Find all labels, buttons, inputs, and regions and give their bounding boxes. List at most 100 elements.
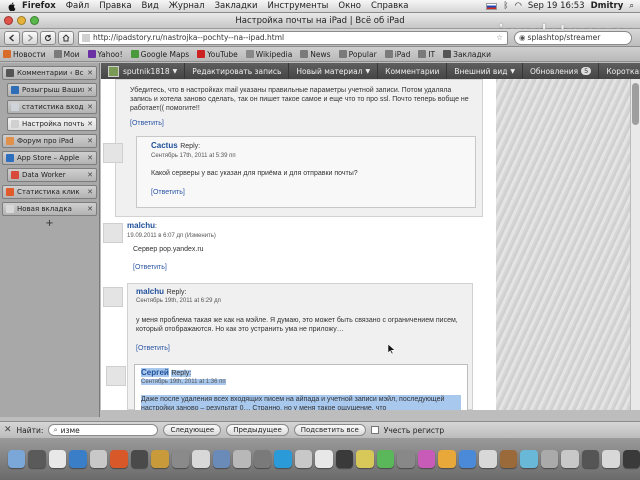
home-button[interactable] (58, 30, 74, 45)
menu-window[interactable]: Окно (338, 1, 361, 11)
back-button[interactable] (4, 30, 20, 45)
find-previous-button[interactable]: Предыдущее (226, 424, 289, 436)
new-tab-button[interactable]: + (2, 218, 97, 229)
sidebar-tab[interactable]: Розыгрыш Ваших ✕ (7, 83, 97, 97)
sidebar-tab[interactable]: App Store – Apple ✕ (2, 151, 97, 165)
dock-app-icon[interactable] (561, 450, 579, 468)
search-bar[interactable]: ◉ splashtop/streamer (514, 30, 632, 45)
bookmark-item[interactable]: YouTube (197, 50, 238, 59)
appearance-menu[interactable]: Внешний вид ▼ (447, 63, 524, 79)
comment-author[interactable]: malchu (136, 287, 164, 296)
scrollbar-thumb[interactable] (632, 83, 639, 125)
dock-app-icon[interactable] (520, 450, 538, 468)
dock-app-icon[interactable] (28, 450, 46, 468)
comment-date[interactable]: Сентябрь 19th, 2011 at 1:36 пп (141, 379, 226, 385)
comment-author[interactable]: Cactus (151, 141, 178, 150)
dock-app-icon[interactable] (294, 450, 313, 468)
shortlink-link[interactable]: Короткая (599, 63, 640, 79)
dock-app-icon[interactable] (397, 450, 415, 468)
dock-app-icon[interactable] (356, 450, 374, 468)
comment-author[interactable]: Сергей (141, 368, 169, 377)
dock-app-icon[interactable] (274, 450, 292, 468)
close-tab-icon[interactable]: ✕ (87, 154, 93, 162)
close-window-button[interactable] (4, 16, 13, 25)
bookmark-item[interactable]: Мои (53, 50, 80, 59)
bookmark-item[interactable]: Новости (3, 50, 46, 59)
dock-app-icon[interactable] (8, 450, 26, 468)
bookmark-item[interactable]: Wikipedia (245, 50, 292, 59)
dock-app-icon[interactable] (581, 450, 600, 468)
bookmark-item[interactable]: Yahoo! (87, 50, 123, 59)
dock-app-icon[interactable] (130, 450, 149, 468)
sidebar-tab[interactable]: статистика вход ✕ (7, 100, 97, 114)
close-tab-icon[interactable]: ✕ (87, 86, 93, 94)
find-next-button[interactable]: Следующее (163, 424, 222, 436)
sidebar-tab[interactable]: Data Worker ✕ (7, 168, 97, 182)
menu-history[interactable]: Журнал (169, 1, 205, 11)
forward-button[interactable] (22, 30, 38, 45)
menu-bookmarks[interactable]: Закладки (215, 1, 258, 11)
menu-view[interactable]: Вид (142, 1, 159, 11)
zoom-window-button[interactable] (30, 16, 39, 25)
bookmark-item[interactable]: Google Maps (130, 50, 189, 59)
vertical-scrollbar[interactable] (630, 79, 640, 410)
bookmark-item[interactable]: Закладки (443, 50, 491, 59)
dock-app-icon[interactable] (69, 450, 87, 468)
search-engine-icon[interactable]: ◉ (519, 33, 526, 42)
highlight-all-button[interactable]: Подсветить все (293, 424, 366, 436)
dock-app-icon[interactable] (110, 450, 128, 468)
dock-app-icon[interactable] (253, 450, 272, 468)
reply-link[interactable]: [Ответить] (136, 345, 170, 352)
dock-app-icon[interactable] (438, 450, 456, 468)
close-tab-icon[interactable]: ✕ (87, 69, 93, 77)
spotlight-icon[interactable]: ⌕ (629, 1, 634, 11)
dock-app-icon[interactable] (212, 450, 231, 468)
dock-app-icon[interactable] (499, 450, 518, 468)
sidebar-tab[interactable]: Комментарии ‹ Вс ✕ (2, 66, 97, 80)
bookmark-item[interactable]: IT (418, 50, 435, 59)
sidebar-tab[interactable]: Форум про iPad ✕ (2, 134, 97, 148)
reload-button[interactable] (40, 30, 56, 45)
minimize-window-button[interactable] (17, 16, 26, 25)
dock-app-icon[interactable] (417, 450, 436, 468)
match-case-checkbox[interactable] (370, 426, 379, 434)
apple-icon[interactable] (8, 1, 16, 11)
reply-link[interactable]: [Ответить] (130, 120, 164, 127)
bookmark-star-icon[interactable]: ☆ (496, 33, 503, 42)
admin-user-menu[interactable]: sputnik1818 ▼ (101, 63, 186, 79)
bookmark-item[interactable]: iPad (384, 50, 410, 59)
new-content-menu[interactable]: Новый материал ▼ (289, 63, 379, 79)
dock-app-icon[interactable] (479, 450, 497, 468)
sidebar-tab[interactable]: Новая вкладка ✕ (2, 202, 97, 216)
close-tab-icon[interactable]: ✕ (87, 171, 93, 179)
sidebar-tab[interactable]: Статистика клик ✕ (2, 185, 97, 199)
comment-date[interactable]: Сентябрь 19th, 2011 at 6:29 дп (136, 298, 221, 304)
edit-post-link[interactable]: Редактировать запись (185, 63, 290, 79)
close-tab-icon[interactable]: ✕ (87, 205, 93, 213)
close-find-bar-icon[interactable]: ✕ (4, 425, 12, 435)
bookmark-item[interactable]: Popular (338, 50, 377, 59)
menu-edit[interactable]: Правка (99, 1, 131, 11)
app-menu-firefox[interactable]: Firefox (22, 1, 56, 11)
dock-app-icon[interactable] (315, 450, 333, 468)
close-tab-icon[interactable]: ✕ (87, 137, 93, 145)
comment-author[interactable]: malchu (127, 221, 155, 230)
close-tab-icon[interactable]: ✕ (87, 188, 93, 196)
comment-date[interactable]: Сентябрь 17th, 2011 at 5:39 пп (151, 153, 236, 159)
sidebar-tab[interactable]: Настройка почты ✕ (7, 117, 97, 131)
dock-app-icon[interactable] (192, 450, 210, 468)
menu-tools[interactable]: Инструменты (268, 1, 329, 11)
bookmark-item[interactable]: News (300, 50, 331, 59)
dock-app-icon[interactable] (540, 450, 559, 468)
menu-help[interactable]: Справка (371, 1, 408, 11)
dock-app-icon[interactable] (335, 450, 354, 468)
clock[interactable]: Sep 19 16:53 (528, 1, 585, 11)
comments-link[interactable]: Комментарии (378, 63, 448, 79)
dock-app-icon[interactable] (458, 450, 477, 468)
dock-app-icon[interactable] (376, 450, 395, 468)
close-tab-icon[interactable]: ✕ (87, 103, 93, 111)
dock-app-icon[interactable] (171, 450, 190, 468)
dock-app-icon[interactable] (233, 450, 251, 468)
comment-date[interactable]: 19.09.2011 в 6:07 дп (Изменить) (127, 233, 216, 239)
user-name[interactable]: Dmitry (591, 1, 624, 11)
